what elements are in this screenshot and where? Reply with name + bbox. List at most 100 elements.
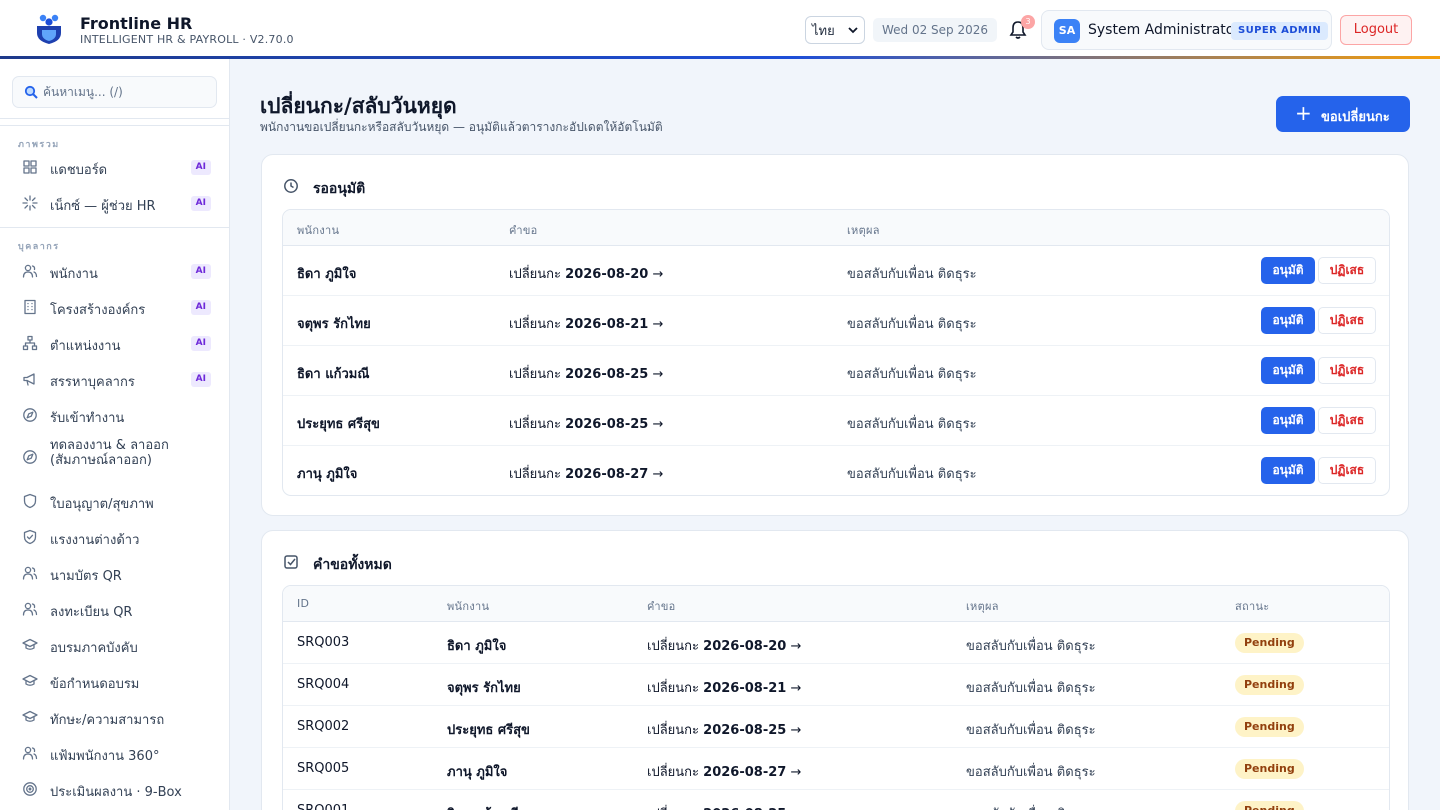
table-row: ภานุ ภูมิใจ เปลี่ยนกะ 2026-08-27 → ขอสลับก… xyxy=(283,446,1389,495)
status-badge: Pending xyxy=(1235,759,1304,779)
menu-search-placeholder: ค้นหาเมนู... (/) xyxy=(43,85,123,99)
employee-name: ประยุทธ ศรีสุข xyxy=(447,723,530,738)
sidebar-item[interactable]: สรรหาบุคลากร AI xyxy=(12,363,217,395)
menu-search-input[interactable]: ค้นหาเมนู... (/) xyxy=(12,76,217,108)
employee-name: ธิดา แก้วมณี xyxy=(297,367,370,382)
request-type: เปลี่ยนกะ xyxy=(647,681,704,696)
sidebar-item[interactable]: ใบอนุญาต/สุขภาพ xyxy=(12,485,217,517)
sidebar-item[interactable]: ประเมินผลงาน · 9-Box xyxy=(12,773,217,805)
sidebar-item-label: สรรหาบุคลากร xyxy=(50,371,135,392)
sidebar-section-title: บุคลากร xyxy=(18,242,60,252)
reject-button[interactable]: ปฏิเสธ xyxy=(1318,457,1376,484)
logo-icon xyxy=(37,14,61,44)
approve-button[interactable]: อนุมัติ xyxy=(1261,457,1315,484)
request-reason: ขอสลับกับเพื่อน ติดธุระ xyxy=(966,765,1096,780)
employee-name: จตุพร รักไทย xyxy=(447,681,521,696)
pending-requests-card: รออนุมัติ พนักงาน คำขอ เหตุผล ธิดา ภูมิใ… xyxy=(261,154,1409,516)
employee-name: ภานุ ภูมิใจ xyxy=(297,467,358,482)
sidebar-item[interactable]: พนักงาน AI xyxy=(12,255,217,287)
arrow-icon: → xyxy=(648,467,664,482)
sidebar-item[interactable]: ข้อกำหนดอบรม xyxy=(12,665,217,697)
status-badge: Pending xyxy=(1235,675,1304,695)
request-shift-change-button[interactable]: + ขอเปลี่ยนกะ xyxy=(1276,96,1410,132)
status-badge: Pending xyxy=(1235,801,1304,810)
sidebar-item[interactable]: แดชบอร์ด AI xyxy=(12,151,217,183)
request-type: เปลี่ยนกะ xyxy=(509,467,566,482)
request-text: เปลี่ยนกะ 2026-08-25 → xyxy=(509,413,663,434)
request-id: SRQ002 xyxy=(297,719,350,734)
table-row: ธิดา ภูมิใจ เปลี่ยนกะ 2026-08-20 → ขอสลับก… xyxy=(283,246,1389,296)
table-row: ธิดา แก้วมณี เปลี่ยนกะ 2026-08-25 → ขอสลับ… xyxy=(283,346,1389,396)
approve-button[interactable]: อนุมัติ xyxy=(1261,307,1315,334)
request-date: 2026-08-21 xyxy=(703,681,787,696)
request-shift-change-label: ขอเปลี่ยนกะ xyxy=(1321,110,1390,125)
request-reason: ขอสลับกับเพื่อน ติดธุระ xyxy=(966,803,1096,810)
grid-icon xyxy=(23,160,37,174)
sidebar-item-label-line: พนักงาน xyxy=(50,267,98,282)
sidebar-item[interactable]: เน็กซ์ — ผู้ช่วย HR AI xyxy=(12,187,217,219)
sidebar-item-label: เน็กซ์ — ผู้ช่วย HR xyxy=(50,195,156,216)
sidebar-item-label: ทักษะ/ความสามารถ xyxy=(50,709,164,730)
sparkle-icon xyxy=(22,195,38,211)
ai-badge: AI xyxy=(190,264,211,279)
sidebar-item-label: ตำแหน่งงาน xyxy=(50,335,120,356)
language-select[interactable]: ไทย xyxy=(805,16,865,44)
reject-button[interactable]: ปฏิเสธ xyxy=(1318,407,1376,434)
sidebar-item[interactable]: อบรมภาคบังคับ xyxy=(12,629,217,661)
top-bar: Frontline HR INTELLIGENT HR & PAYROLL · … xyxy=(0,0,1440,57)
sidebar-item-label-line: ลงทะเบียน QR xyxy=(50,605,133,620)
arrow-icon: → xyxy=(786,765,802,780)
column-header: พนักงาน xyxy=(447,600,490,613)
table-row: จตุพร รักไทย เปลี่ยนกะ 2026-08-21 → ขอสลับ… xyxy=(283,296,1389,346)
request-id: SRQ004 xyxy=(297,677,350,692)
sidebar-item-label: ทดลองงาน & ลาออก (สัมภาษณ์ลาออก) xyxy=(50,438,169,468)
approve-button[interactable]: อนุมัติ xyxy=(1261,357,1315,384)
request-text: เปลี่ยนกะ 2026-08-25 → xyxy=(647,719,801,740)
request-date: 2026-08-25 xyxy=(565,367,649,382)
employee-name: ธิดา ภูมิใจ xyxy=(297,267,357,282)
sidebar-item[interactable]: นามบัตร QR xyxy=(12,557,217,589)
approve-button[interactable]: อนุมัติ xyxy=(1261,257,1315,284)
sidebar-item[interactable]: โครงสร้างองค์กร AI xyxy=(12,291,217,323)
table-row: ประยุทธ ศรีสุข เปลี่ยนกะ 2026-08-25 → ขอสล… xyxy=(283,396,1389,446)
logout-button[interactable]: Logout xyxy=(1340,15,1412,45)
sidebar-item-label: นามบัตร QR xyxy=(50,565,122,586)
request-date: 2026-08-20 xyxy=(703,639,787,654)
reject-button[interactable]: ปฏิเสธ xyxy=(1318,257,1376,284)
megaphone-icon xyxy=(23,373,35,386)
checkbox-icon xyxy=(284,555,298,569)
sidebar-item-label: อบรมภาคบังคับ xyxy=(50,637,138,658)
sidebar-item[interactable]: ทดลองงาน & ลาออก (สัมภาษณ์ลาออก) xyxy=(12,438,217,470)
sidebar-item-label: โครงสร้างองค์กร xyxy=(50,299,145,320)
ai-badge: AI xyxy=(190,160,211,175)
chevron-down-icon xyxy=(848,27,858,34)
approve-button[interactable]: อนุมัติ xyxy=(1261,407,1315,434)
user-menu[interactable]: SA System Administrator SUPER ADMIN xyxy=(1041,10,1332,50)
sidebar-item[interactable]: แฟ้มพนักงาน 360° xyxy=(12,737,217,769)
arrow-icon: → xyxy=(648,317,664,332)
search-icon xyxy=(24,85,38,99)
sidebar-item[interactable]: รับเข้าทำงาน xyxy=(12,399,217,431)
sidebar-item[interactable]: ตำแหน่งงาน AI xyxy=(12,327,217,359)
sidebar-item[interactable]: ลงทะเบียน QR xyxy=(12,593,217,625)
reject-button[interactable]: ปฏิเสธ xyxy=(1318,357,1376,384)
arrow-icon: → xyxy=(786,681,802,696)
sidebar-item-label: ประเมินผลงาน · 9-Box xyxy=(50,781,182,802)
request-reason: ขอสลับกับเพื่อน ติดธุระ xyxy=(966,681,1096,696)
request-type: เปลี่ยนกะ xyxy=(647,765,704,780)
column-header: เหตุผล xyxy=(847,224,880,237)
table-row: SRQ001 ธิดา แก้วมณี เปลี่ยนกะ 2026-08-25 →… xyxy=(283,790,1389,810)
sidebar-item-label-line: เน็กซ์ — ผู้ช่วย HR xyxy=(50,199,156,214)
plus-icon: + xyxy=(1295,101,1312,125)
reject-button[interactable]: ปฏิเสธ xyxy=(1318,307,1376,334)
role-badge: SUPER ADMIN xyxy=(1231,22,1329,40)
arrow-icon: → xyxy=(786,639,802,654)
request-text: เปลี่ยนกะ 2026-08-27 → xyxy=(647,761,801,782)
sidebar-item[interactable]: ทักษะ/ความสามารถ xyxy=(12,701,217,733)
status-badge: Pending xyxy=(1235,717,1304,737)
sidebar-item[interactable]: แรงงานต่างด้าว xyxy=(12,521,217,553)
users-icon xyxy=(22,746,38,760)
graduation-cap-icon xyxy=(22,638,38,650)
request-reason: ขอสลับกับเพื่อน ติดธุระ xyxy=(847,317,977,332)
all-requests-table: ID พนักงาน คำขอ เหตุผล สถานะ SRQ003 ธิดา … xyxy=(282,585,1390,810)
